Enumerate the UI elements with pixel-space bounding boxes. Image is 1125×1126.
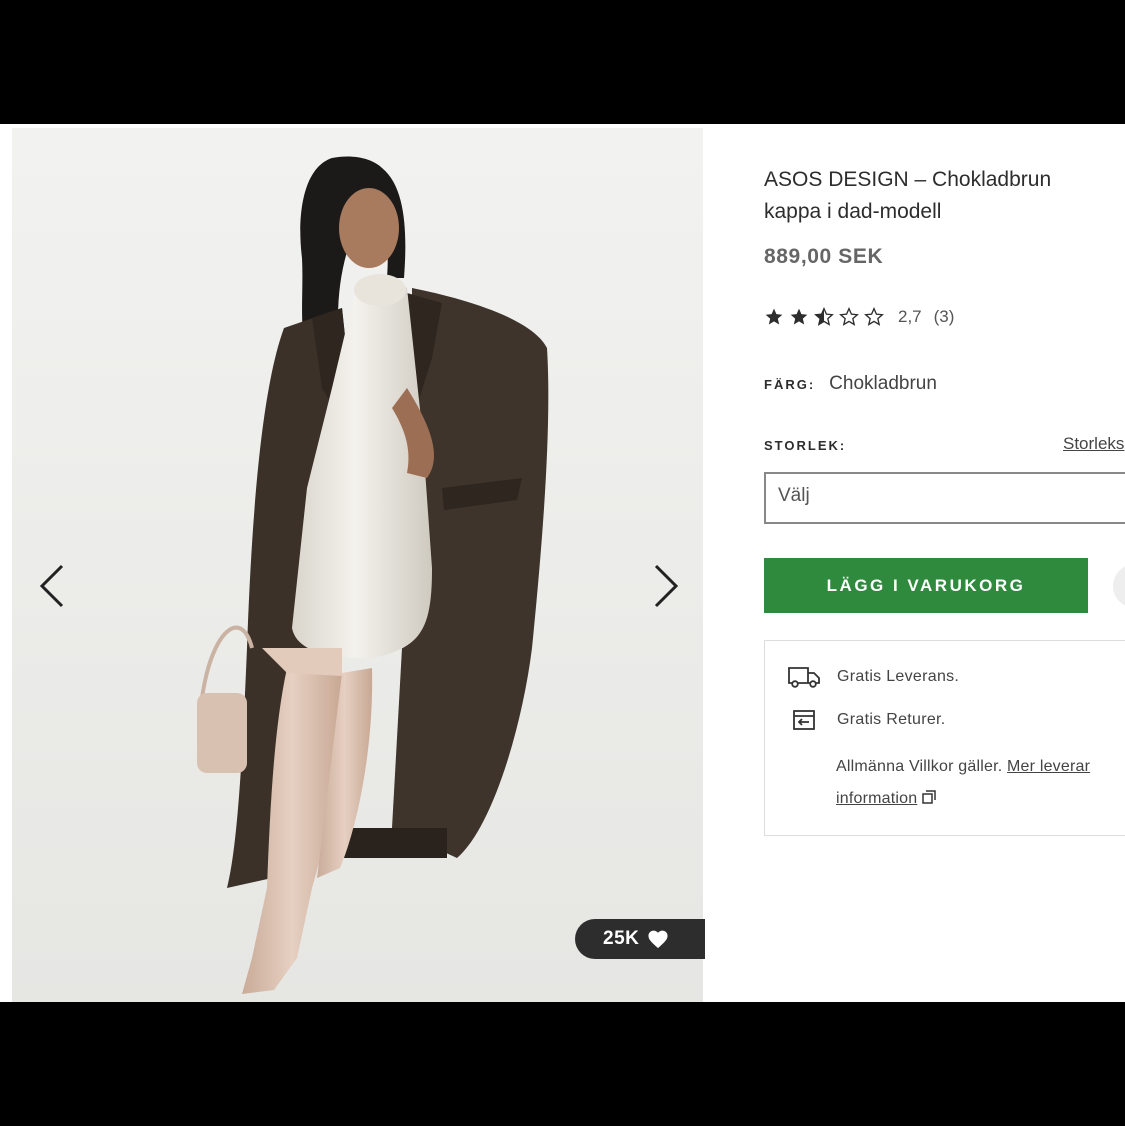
likes-count: 25K xyxy=(603,928,640,949)
star-empty-icon xyxy=(864,307,884,326)
external-link-icon xyxy=(922,790,936,804)
free-delivery-row: Gratis Leverans. xyxy=(787,665,959,689)
previous-image-button[interactable] xyxy=(32,558,72,614)
size-select[interactable]: Välj xyxy=(764,472,1125,524)
rating-value: 2,7 xyxy=(898,307,922,326)
chevron-left-icon xyxy=(39,564,64,608)
more-delivery-info-link[interactable]: Mer leverar xyxy=(1007,758,1090,775)
product-rating[interactable]: 2,7 (3) xyxy=(764,307,954,327)
terms-text: Allmänna Villkor gäller. xyxy=(836,758,1003,775)
star-empty-icon xyxy=(839,307,859,326)
returns-icon xyxy=(793,710,815,730)
save-for-later-button[interactable] xyxy=(1113,564,1125,608)
rating-count: (3) xyxy=(933,307,955,326)
product-page: 25K ASOS DESIGN – Chokladbrun kappa i da… xyxy=(0,124,1125,1002)
free-returns-row: Gratis Returer. xyxy=(787,708,946,732)
color-row: FÄRG: Chokladbrun xyxy=(764,373,937,395)
heart-icon xyxy=(648,930,668,949)
size-label: STORLEK: xyxy=(764,438,847,453)
rating-stars xyxy=(764,307,884,327)
product-image-gallery[interactable] xyxy=(12,128,703,1002)
truck-icon xyxy=(788,667,820,688)
delivery-info-box: Gratis Leverans. Gratis Returer. Allmänn… xyxy=(764,640,1125,836)
color-label: FÄRG: xyxy=(764,377,816,392)
free-returns-text: Gratis Returer. xyxy=(837,711,946,728)
likes-badge[interactable]: 25K xyxy=(575,919,705,959)
next-image-button[interactable] xyxy=(646,558,686,614)
star-half-icon xyxy=(814,307,834,326)
color-value: Chokladbrun xyxy=(829,373,937,394)
size-guide-link[interactable]: Storleks xyxy=(1063,434,1124,454)
star-filled-icon xyxy=(765,308,783,325)
more-delivery-info-link-cont[interactable]: information xyxy=(836,790,917,807)
product-price: 889,00 SEK xyxy=(764,245,884,268)
product-photo xyxy=(12,128,703,1002)
product-title: ASOS DESIGN – Chokladbrun kappa i dad-mo… xyxy=(764,168,1052,223)
add-to-bag-button[interactable]: LÄGG I VARUKORG xyxy=(764,558,1088,613)
chevron-right-icon xyxy=(654,564,679,608)
free-delivery-text: Gratis Leverans. xyxy=(837,668,960,685)
star-filled-icon xyxy=(790,308,808,325)
delivery-terms: Allmänna Villkor gäller. Mer leverar inf… xyxy=(836,751,1125,815)
